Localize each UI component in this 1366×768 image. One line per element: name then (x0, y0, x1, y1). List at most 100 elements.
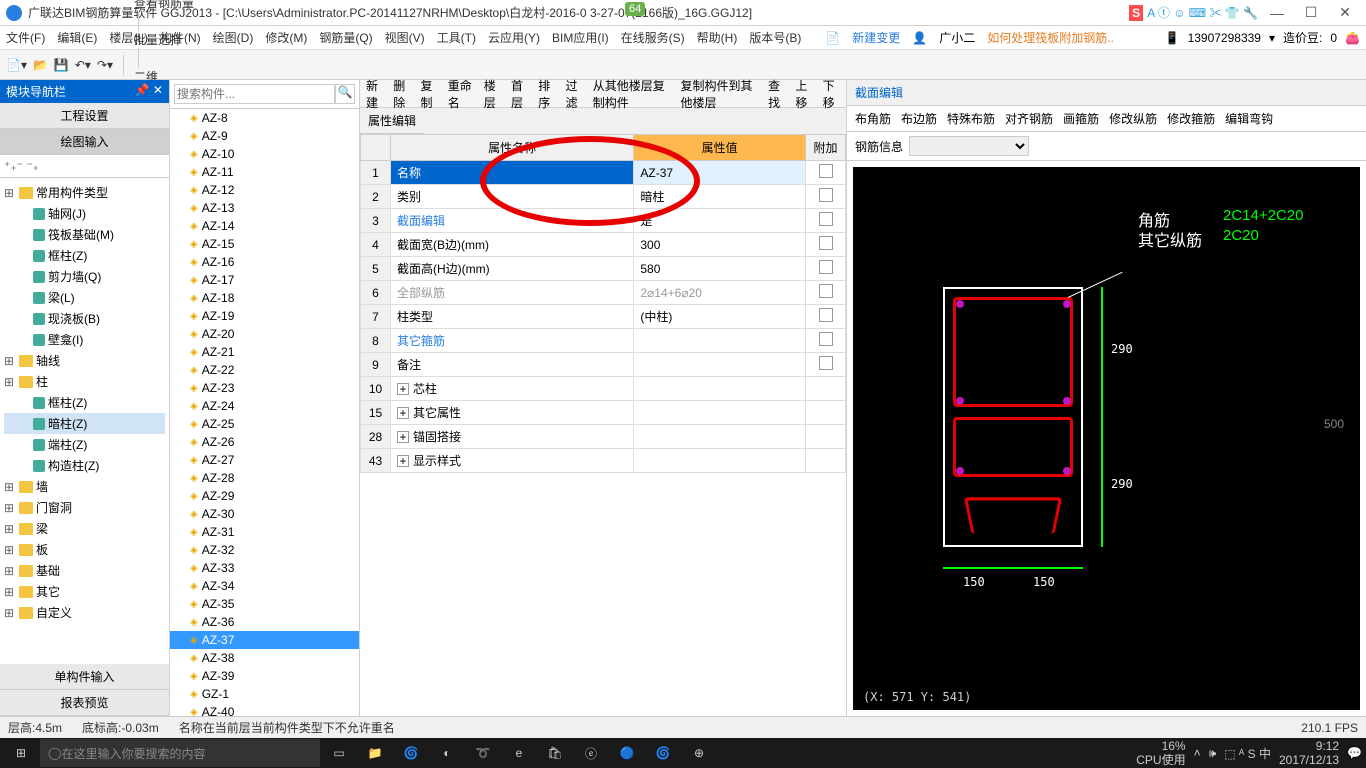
sogou-icon[interactable]: S (1129, 5, 1143, 21)
nav-symbols[interactable]: ⁺₊⁻ ⁻₊ (0, 155, 169, 178)
ime-icons[interactable]: A ⓣ ☺ ⌨ ✂ 👕 🔧 (1147, 4, 1258, 21)
tab-single-input[interactable]: 单构件输入 (0, 664, 169, 690)
component-item[interactable]: ◈AZ-19 (170, 307, 359, 325)
tree-node[interactable]: 筏板基础(M) (4, 224, 165, 245)
tree-node[interactable]: 梁(L) (4, 287, 165, 308)
explorer-icon[interactable]: 📁 (358, 738, 392, 768)
component-item[interactable]: ◈AZ-17 (170, 271, 359, 289)
property-row[interactable]: 15+其它属性 (361, 401, 846, 425)
start-button[interactable]: ⊞ (4, 738, 38, 768)
app-icon-4[interactable]: 🔵 (610, 738, 644, 768)
component-item[interactable]: ◈AZ-18 (170, 289, 359, 307)
tab-project-settings[interactable]: 工程设置 (0, 103, 169, 129)
property-row[interactable]: 6全部纵筋2⌀14+6⌀20 (361, 281, 846, 305)
tray-network-icon[interactable]: 🕪 (1209, 746, 1217, 761)
tree-node[interactable]: 构造柱(Z) (4, 455, 165, 476)
prop-toolbar-button[interactable]: 下移 (823, 77, 840, 111)
section-tab[interactable]: 修改箍筋 (1167, 110, 1215, 127)
tree-node[interactable]: 轴网(J) (4, 203, 165, 224)
section-tab[interactable]: 布边筋 (901, 110, 937, 127)
tree-node[interactable]: ⊞梁 (4, 518, 165, 539)
tree-node[interactable]: ⊞门窗洞 (4, 497, 165, 518)
search-input[interactable] (174, 84, 335, 104)
component-item[interactable]: ◈AZ-22 (170, 361, 359, 379)
section-tab[interactable]: 布角筋 (855, 110, 891, 127)
component-item[interactable]: ◈AZ-25 (170, 415, 359, 433)
component-item[interactable]: ◈AZ-8 (170, 109, 359, 127)
component-item[interactable]: ◈AZ-30 (170, 505, 359, 523)
prop-toolbar-button[interactable]: 查找 (768, 77, 785, 111)
tree-node[interactable]: 现浇板(B) (4, 308, 165, 329)
property-row[interactable]: 1名称AZ-37 (361, 161, 846, 185)
component-item[interactable]: ◈AZ-40 (170, 703, 359, 716)
tree-node[interactable]: ⊞自定义 (4, 602, 165, 623)
app-icon-6[interactable]: ⊕ (682, 738, 716, 768)
menu-item[interactable]: 在线服务(S) (621, 31, 685, 45)
open-icon[interactable]: 📂 (33, 58, 48, 72)
tray-icons[interactable]: ⬚ ᴬ S 中 (1224, 745, 1271, 762)
property-row[interactable]: 10+芯柱 (361, 377, 846, 401)
menu-item[interactable]: 编辑(E) (57, 31, 97, 45)
cortana-search[interactable]: ◯ 在这里输入你要搜索的内容 (40, 739, 320, 767)
app-icon-1[interactable]: 🌀 (394, 738, 428, 768)
tree-node[interactable]: 框柱(Z) (4, 392, 165, 413)
property-row[interactable]: 7柱类型(中柱) (361, 305, 846, 329)
maximize-button[interactable]: ☐ (1296, 4, 1326, 21)
tree-node[interactable]: 端柱(Z) (4, 434, 165, 455)
section-tab[interactable]: 对齐钢筋 (1005, 110, 1053, 127)
menu-item[interactable]: 绘图(D) (213, 31, 254, 45)
section-tab[interactable]: 修改纵筋 (1109, 110, 1157, 127)
clock[interactable]: 9:122017/12/13 (1279, 739, 1339, 768)
rebar-info-select[interactable] (909, 136, 1029, 156)
tab-draw-input[interactable]: 绘图输入 (0, 129, 169, 155)
tree-node[interactable]: 暗柱(Z) (4, 413, 165, 434)
component-item[interactable]: ◈AZ-13 (170, 199, 359, 217)
prop-toolbar-button[interactable]: 删除 (393, 77, 410, 111)
component-item[interactable]: ◈AZ-16 (170, 253, 359, 271)
menu-item[interactable]: 钢筋量(Q) (319, 31, 372, 45)
component-item[interactable]: ◈AZ-36 (170, 613, 359, 631)
component-item[interactable]: ◈AZ-14 (170, 217, 359, 235)
redo-icon[interactable]: ↷▾ (97, 58, 113, 72)
notifications-icon[interactable]: 💬 (1347, 746, 1362, 760)
component-item[interactable]: ◈AZ-21 (170, 343, 359, 361)
component-item[interactable]: ◈AZ-12 (170, 181, 359, 199)
component-item[interactable]: ◈AZ-37 (170, 631, 359, 649)
component-item[interactable]: ◈AZ-11 (170, 163, 359, 181)
tree-node[interactable]: ⊞其它 (4, 581, 165, 602)
undo-icon[interactable]: ↶▾ (75, 58, 91, 72)
prop-toolbar-button[interactable]: 排序 (538, 77, 555, 111)
menu-item[interactable]: 修改(M) (265, 31, 307, 45)
prop-toolbar-button[interactable]: 重命名 (448, 77, 474, 111)
tray-up-icon[interactable]: ˄ (1194, 746, 1201, 760)
search-button[interactable]: 🔍 (335, 84, 355, 104)
component-item[interactable]: ◈AZ-34 (170, 577, 359, 595)
tree-node[interactable]: ⊞柱 (4, 371, 165, 392)
prop-toolbar-button[interactable]: 复制构件到其他楼层 (680, 77, 758, 111)
tab-report-preview[interactable]: 报表预览 (0, 690, 169, 716)
store-icon[interactable]: 🛍 (538, 738, 572, 768)
property-row[interactable]: 4截面宽(B边)(mm)300 (361, 233, 846, 257)
property-row[interactable]: 28+锚固搭接 (361, 425, 846, 449)
taskview-icon[interactable]: ▭ (322, 738, 356, 768)
menu-item[interactable]: 工具(T) (437, 31, 476, 45)
menu-item[interactable]: 版本号(B) (749, 31, 801, 45)
component-item[interactable]: ◈AZ-28 (170, 469, 359, 487)
tree-node[interactable]: 框柱(Z) (4, 245, 165, 266)
prop-toolbar-button[interactable]: 首层 (511, 77, 528, 111)
property-row[interactable]: 43+显示样式 (361, 449, 846, 473)
prop-toolbar-button[interactable]: 上移 (795, 77, 812, 111)
component-item[interactable]: ◈AZ-31 (170, 523, 359, 541)
edge-icon[interactable]: e (502, 738, 536, 768)
app-icon-2[interactable]: ◐ (430, 738, 464, 768)
prop-toolbar-button[interactable]: 楼层 (484, 77, 501, 111)
section-canvas[interactable]: 500 290 290 150 150 角筋 2C14+2C20 其它纵筋 2C… (853, 167, 1360, 710)
minimize-button[interactable]: — (1262, 5, 1292, 21)
prop-toolbar-button[interactable]: 过滤 (566, 77, 583, 111)
help-link[interactable]: 如何处理筏板附加钢筋.. (987, 29, 1114, 46)
property-tab[interactable]: 属性编辑 (360, 108, 424, 134)
ie-icon[interactable]: ⓔ (574, 738, 608, 768)
component-item[interactable]: ◈AZ-35 (170, 595, 359, 613)
menu-item[interactable]: 文件(F) (6, 31, 45, 45)
property-row[interactable]: 3截面编辑是 (361, 209, 846, 233)
